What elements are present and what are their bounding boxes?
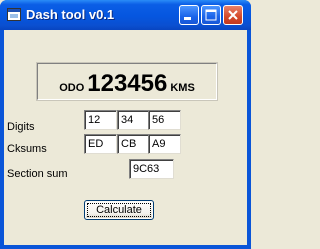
section-sum-field[interactable]: 9C63 [129, 159, 174, 179]
digit-field-1[interactable]: 12 [84, 110, 117, 130]
app-icon[interactable] [7, 8, 21, 21]
odometer-value: 123456 [87, 70, 168, 97]
odometer-unit: KMS [170, 82, 195, 94]
window-title: Dash tool v0.1 [26, 7, 115, 22]
minimize-icon [184, 17, 191, 20]
odometer-text: ODO 123456 KMS [38, 64, 216, 99]
cksum-field-3[interactable]: A9 [148, 134, 181, 154]
close-button[interactable] [223, 5, 243, 25]
odometer-display: ODO 123456 KMS [36, 62, 218, 101]
close-icon [228, 10, 238, 20]
odometer-prefix: ODO [59, 82, 85, 94]
title-bar[interactable]: Dash tool v0.1 [0, 0, 251, 30]
digit-field-3[interactable]: 56 [148, 110, 181, 130]
maximize-icon [205, 9, 217, 21]
digits-label: Digits [7, 121, 35, 133]
cksum-field-2[interactable]: CB [117, 134, 150, 154]
minimize-button[interactable] [179, 5, 199, 25]
section-sum-label: Section sum [7, 168, 68, 180]
digit-field-2[interactable]: 34 [117, 110, 150, 130]
calculate-button[interactable]: Calculate [84, 200, 154, 220]
client-area: ODO 123456 KMS Digits 12 34 56 Cksums ED… [4, 30, 247, 245]
app-window: Dash tool v0.1 ODO 123456 KMS Digits 12 … [0, 0, 251, 249]
maximize-button[interactable] [201, 5, 221, 25]
cksum-field-1[interactable]: ED [84, 134, 117, 154]
cksums-label: Cksums [7, 143, 47, 155]
